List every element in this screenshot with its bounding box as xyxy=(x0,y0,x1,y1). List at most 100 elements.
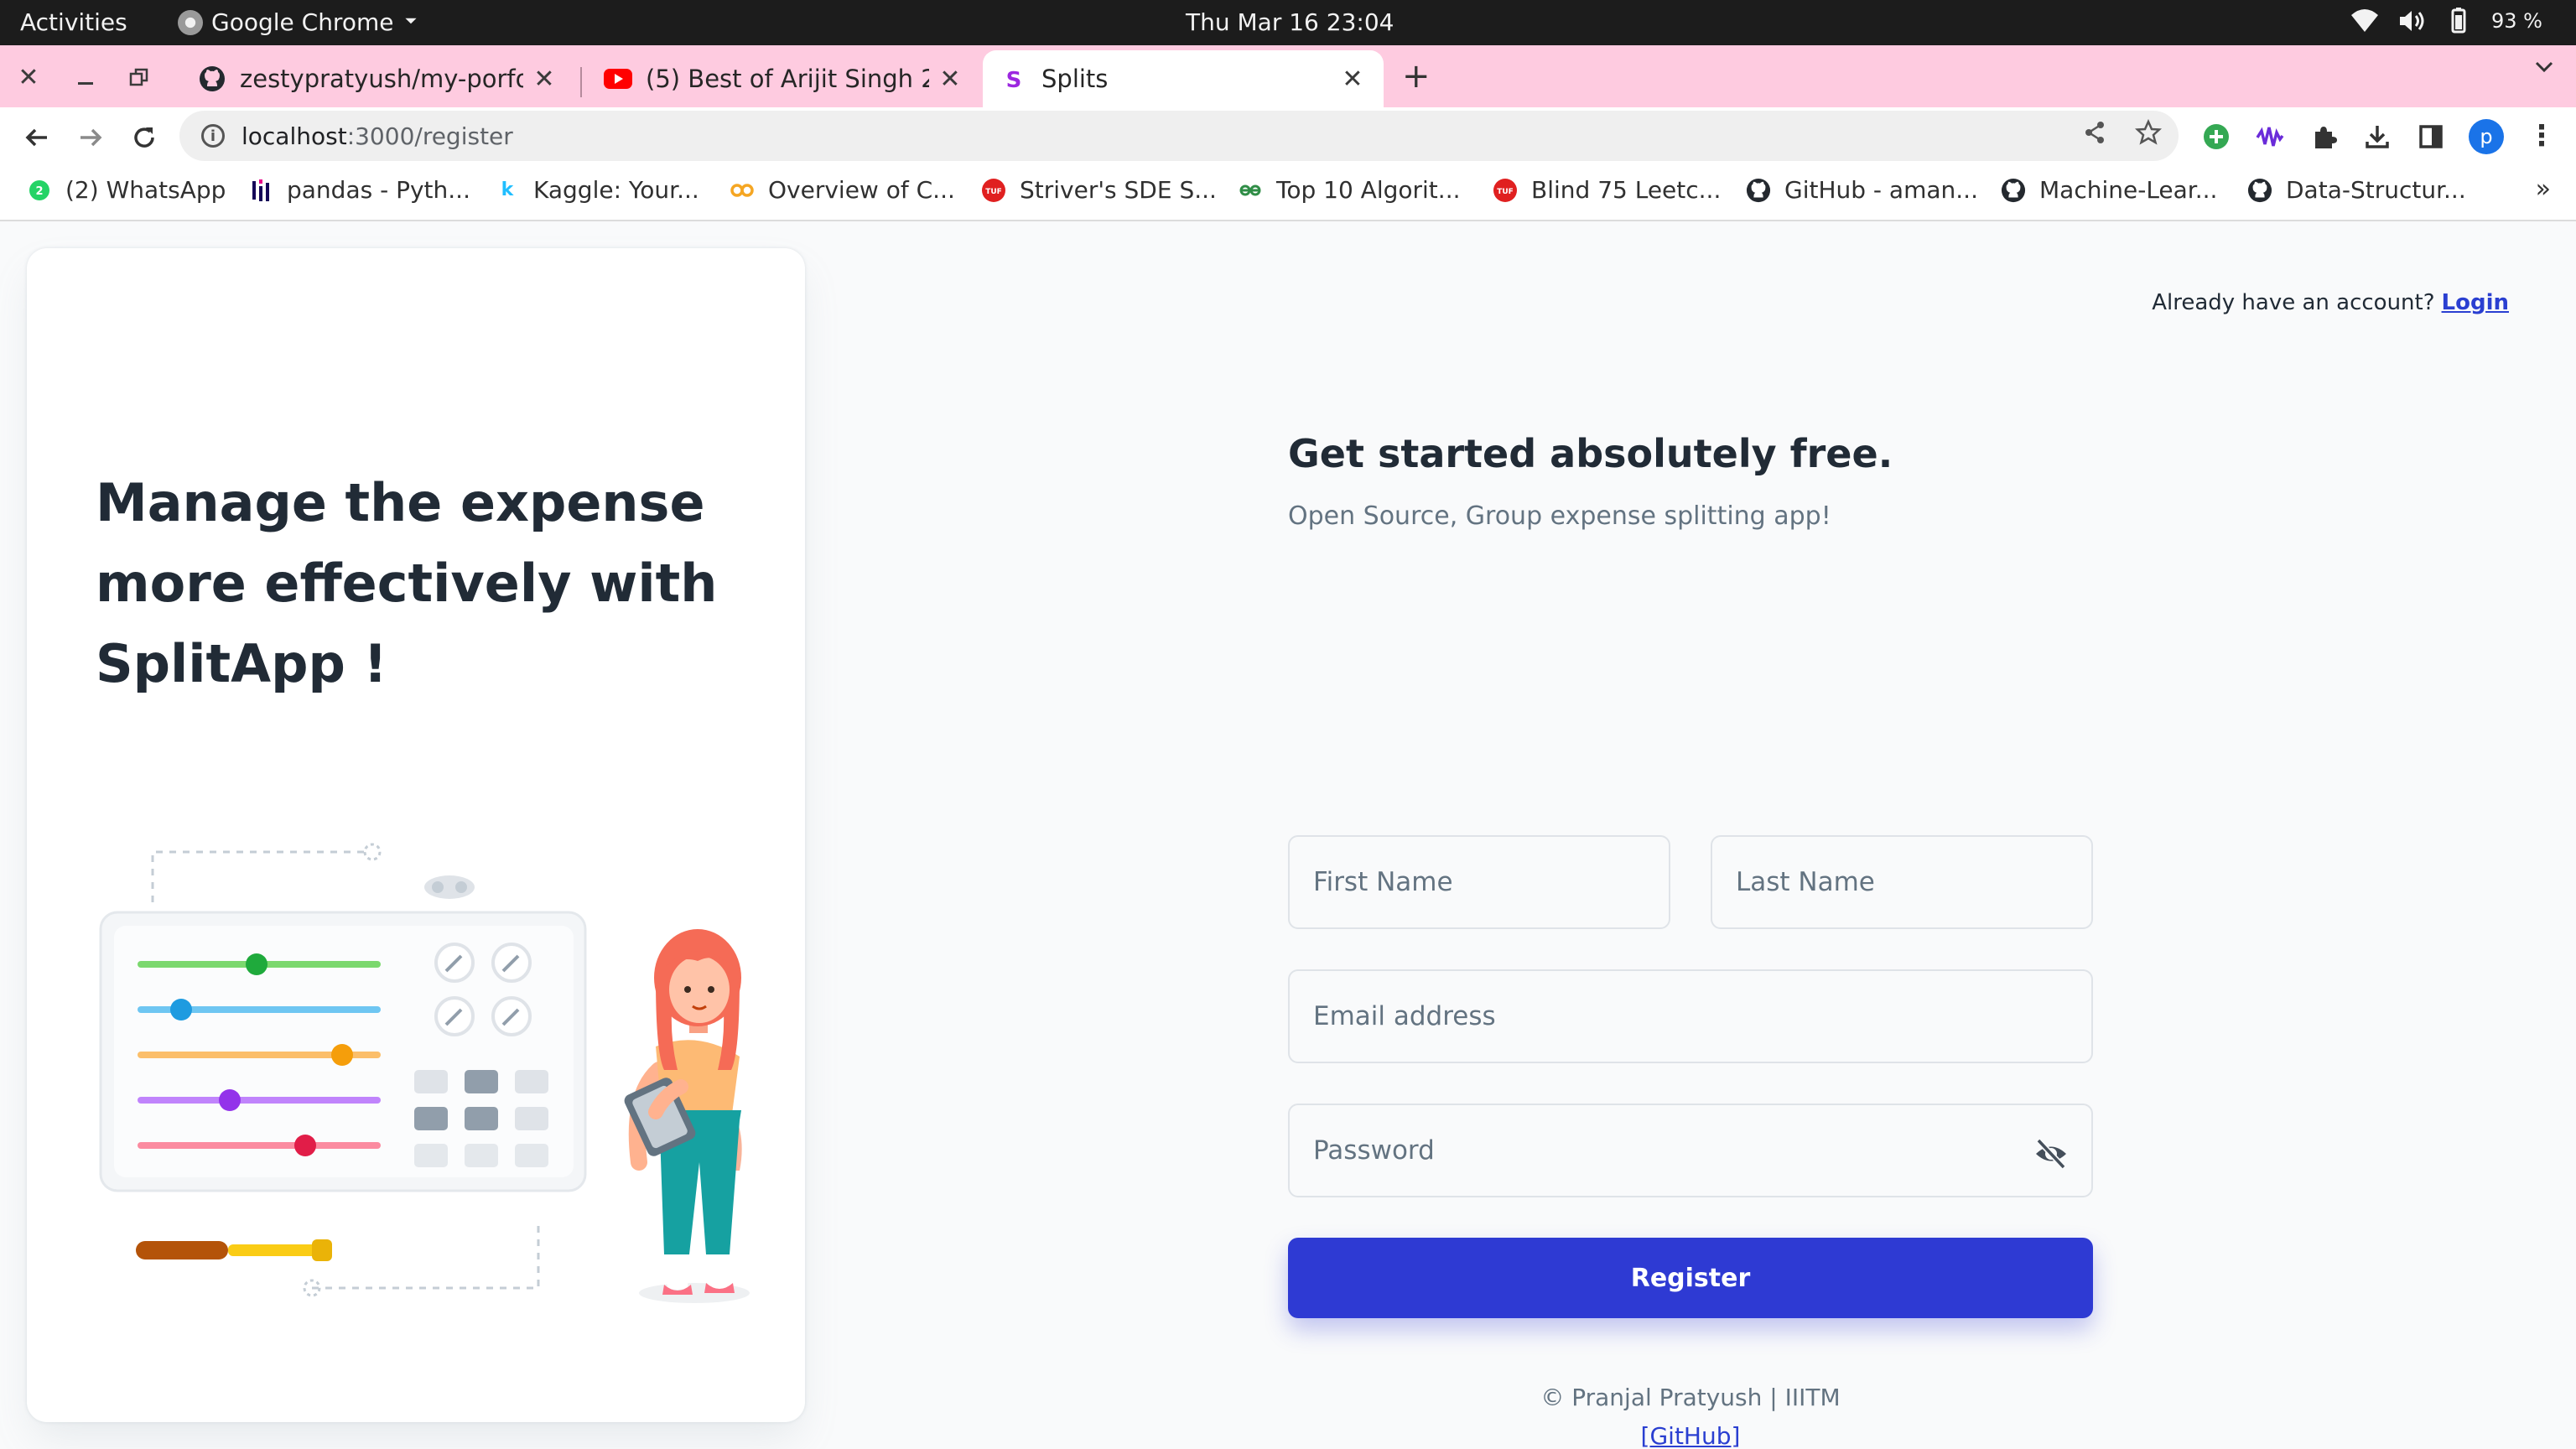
github-link[interactable]: [GitHub] xyxy=(1641,1422,1741,1449)
bookmark-machine-learning[interactable]: Machine-Lear... xyxy=(2001,176,2217,204)
activities-button[interactable]: Activities xyxy=(20,8,127,36)
hero-line: more effectively with xyxy=(96,553,718,614)
form-subtitle: Open Source, Group expense splitting app… xyxy=(1288,501,1831,531)
tab-title: zestypratyush/my-porfolio xyxy=(240,65,523,93)
bookmark-whatsapp[interactable]: 2 (2) WhatsApp xyxy=(27,176,226,204)
bookmark-label: Striver's SDE S... xyxy=(1020,176,1217,204)
github-icon xyxy=(198,65,226,93)
bookmark-label: Top 10 Algorit... xyxy=(1276,176,1461,204)
login-prompt: Already have an account? Login xyxy=(2152,290,2509,315)
email-field[interactable] xyxy=(1288,969,2093,1063)
restore-window-icon[interactable] xyxy=(122,60,156,94)
site-info-icon[interactable]: i xyxy=(201,124,225,148)
form-title: Get started absolutely free. xyxy=(1288,431,1893,476)
first-name-input[interactable] xyxy=(1313,867,1669,897)
bookmark-gfg[interactable]: Top 10 Algorit... xyxy=(1238,176,1461,204)
github-icon xyxy=(2001,178,2026,203)
tab-title: (5) Best of Arijit Singh 2023 xyxy=(646,65,929,93)
bookmarks-bar: 2 (2) WhatsApp pandas - Pyth... k Kaggle… xyxy=(0,166,2576,221)
svg-text:TUF: TUF xyxy=(1497,188,1514,196)
close-window-icon[interactable]: ✕ xyxy=(12,60,45,94)
bookmarks-overflow-icon[interactable]: » xyxy=(2536,174,2551,204)
gfg-icon xyxy=(1238,178,1263,203)
extension-plus-icon[interactable] xyxy=(2200,121,2232,153)
login-prompt-text: Already have an account? xyxy=(2152,290,2435,315)
menu-kebab-icon[interactable]: ⋮ xyxy=(2527,119,2556,153)
last-name-field[interactable] xyxy=(1711,835,2093,929)
minimize-window-icon[interactable] xyxy=(69,60,102,94)
forward-arrow-icon[interactable] xyxy=(72,119,109,156)
download-icon[interactable] xyxy=(2361,121,2393,153)
tab-strip: ✕ zestypratyush/my-porfolio ✕ (5) Best o… xyxy=(0,45,2576,107)
login-link[interactable]: Login xyxy=(2442,290,2509,315)
bookmark-pandas[interactable]: pandas - Pyth... xyxy=(248,176,470,204)
tab-splits[interactable]: S Splits ✕ xyxy=(983,50,1384,107)
bookmark-data-structures[interactable]: Data-Structur... xyxy=(2247,176,2466,204)
battery-icon xyxy=(2444,7,2473,35)
battery-percent: 93 % xyxy=(2491,9,2542,33)
tab-youtube-arijit[interactable]: (5) Best of Arijit Singh 2023 ✕ xyxy=(587,50,981,107)
kaggle-icon: k xyxy=(501,179,514,200)
pandas-icon xyxy=(248,178,273,203)
eye-off-icon[interactable] xyxy=(2033,1135,2070,1172)
url-path: :3000/register xyxy=(346,122,513,150)
extension-wave-icon[interactable] xyxy=(2254,121,2286,153)
tab-title: Splits xyxy=(1041,65,1109,93)
new-tab-button[interactable]: + xyxy=(1402,57,1431,96)
tab-github-portfolio[interactable]: zestypratyush/my-porfolio ✕ xyxy=(181,50,575,107)
system-top-bar: Activities Google Chrome Thu Mar 16 23:0… xyxy=(0,0,2576,45)
tab-close-icon[interactable]: ✕ xyxy=(1338,65,1367,94)
bookmark-github-aman[interactable]: GitHub - aman... xyxy=(1746,176,1978,204)
splits-icon: S xyxy=(1000,65,1028,93)
bookmark-label: Blind 75 Leetc... xyxy=(1531,176,1722,204)
bookmark-label: GitHub - aman... xyxy=(1784,176,1978,204)
password-input[interactable] xyxy=(1313,1135,2091,1166)
hero-illustration xyxy=(99,843,750,1303)
hero-card: Manage the expense more effectively with… xyxy=(27,248,805,1422)
extensions-puzzle-icon[interactable] xyxy=(2308,121,2340,153)
clock[interactable]: Thu Mar 16 23:04 xyxy=(1186,8,1394,36)
share-icon[interactable] xyxy=(2080,117,2110,148)
whatsapp-icon: 2 xyxy=(27,178,52,203)
tab-close-icon[interactable]: ✕ xyxy=(530,65,558,94)
bookmark-label: pandas - Pyth... xyxy=(287,176,470,204)
tab-close-icon[interactable]: ✕ xyxy=(936,65,964,94)
url-host: localhost xyxy=(242,122,347,150)
register-page: Manage the expense more effectively with… xyxy=(0,221,2576,1449)
first-name-field[interactable] xyxy=(1288,835,1670,929)
password-field[interactable] xyxy=(1288,1104,2093,1197)
bookmark-striver[interactable]: TUF Striver's SDE S... xyxy=(981,176,1217,204)
bookmark-blind75[interactable]: TUF Blind 75 Leetc... xyxy=(1493,176,1721,204)
register-button[interactable]: Register xyxy=(1288,1238,2093,1318)
chrome-app-icon xyxy=(178,9,203,35)
app-menu[interactable]: Google Chrome xyxy=(178,8,420,36)
last-name-input[interactable] xyxy=(1736,867,2091,897)
bookmark-label: Kaggle: Your... xyxy=(533,176,699,204)
github-icon xyxy=(1746,178,1771,203)
bookmark-label: Overview of C... xyxy=(768,176,955,204)
footer-credit: © Pranjal Pratyush | IIITM xyxy=(1540,1384,1841,1411)
side-panel-icon[interactable] xyxy=(2415,121,2447,153)
bookmark-label: Machine-Lear... xyxy=(2039,176,2218,204)
email-input[interactable] xyxy=(1313,1001,2091,1031)
tab-separator xyxy=(580,67,582,97)
hero-line: SplitApp ! xyxy=(96,633,387,694)
tuf-icon: TUF xyxy=(1493,178,1518,203)
bookmark-star-icon[interactable] xyxy=(2133,117,2163,148)
bookmark-coursera[interactable]: Overview of C... xyxy=(730,176,955,204)
bookmark-label: Data-Structur... xyxy=(2286,176,2466,204)
profile-avatar[interactable]: p xyxy=(2469,119,2504,154)
svg-text:TUF: TUF xyxy=(985,188,1002,196)
svg-text:S: S xyxy=(1006,68,1022,91)
bookmark-kaggle[interactable]: k Kaggle: Your... xyxy=(495,176,699,204)
github-icon xyxy=(2247,178,2272,203)
chevron-down-icon[interactable] xyxy=(2532,55,2556,85)
reload-icon[interactable] xyxy=(126,119,163,156)
register-form: Get started absolutely free. Open Source… xyxy=(1288,431,2093,1449)
address-bar[interactable]: i localhost:3000/register xyxy=(179,111,2179,161)
svg-text:2: 2 xyxy=(35,185,43,198)
wifi-icon xyxy=(2350,7,2379,35)
back-arrow-icon[interactable] xyxy=(18,119,55,156)
system-tray[interactable]: 93 % xyxy=(2350,7,2542,35)
page-footer: © Pranjal Pratyush | IIITM [GitHub] xyxy=(1288,1379,2093,1449)
